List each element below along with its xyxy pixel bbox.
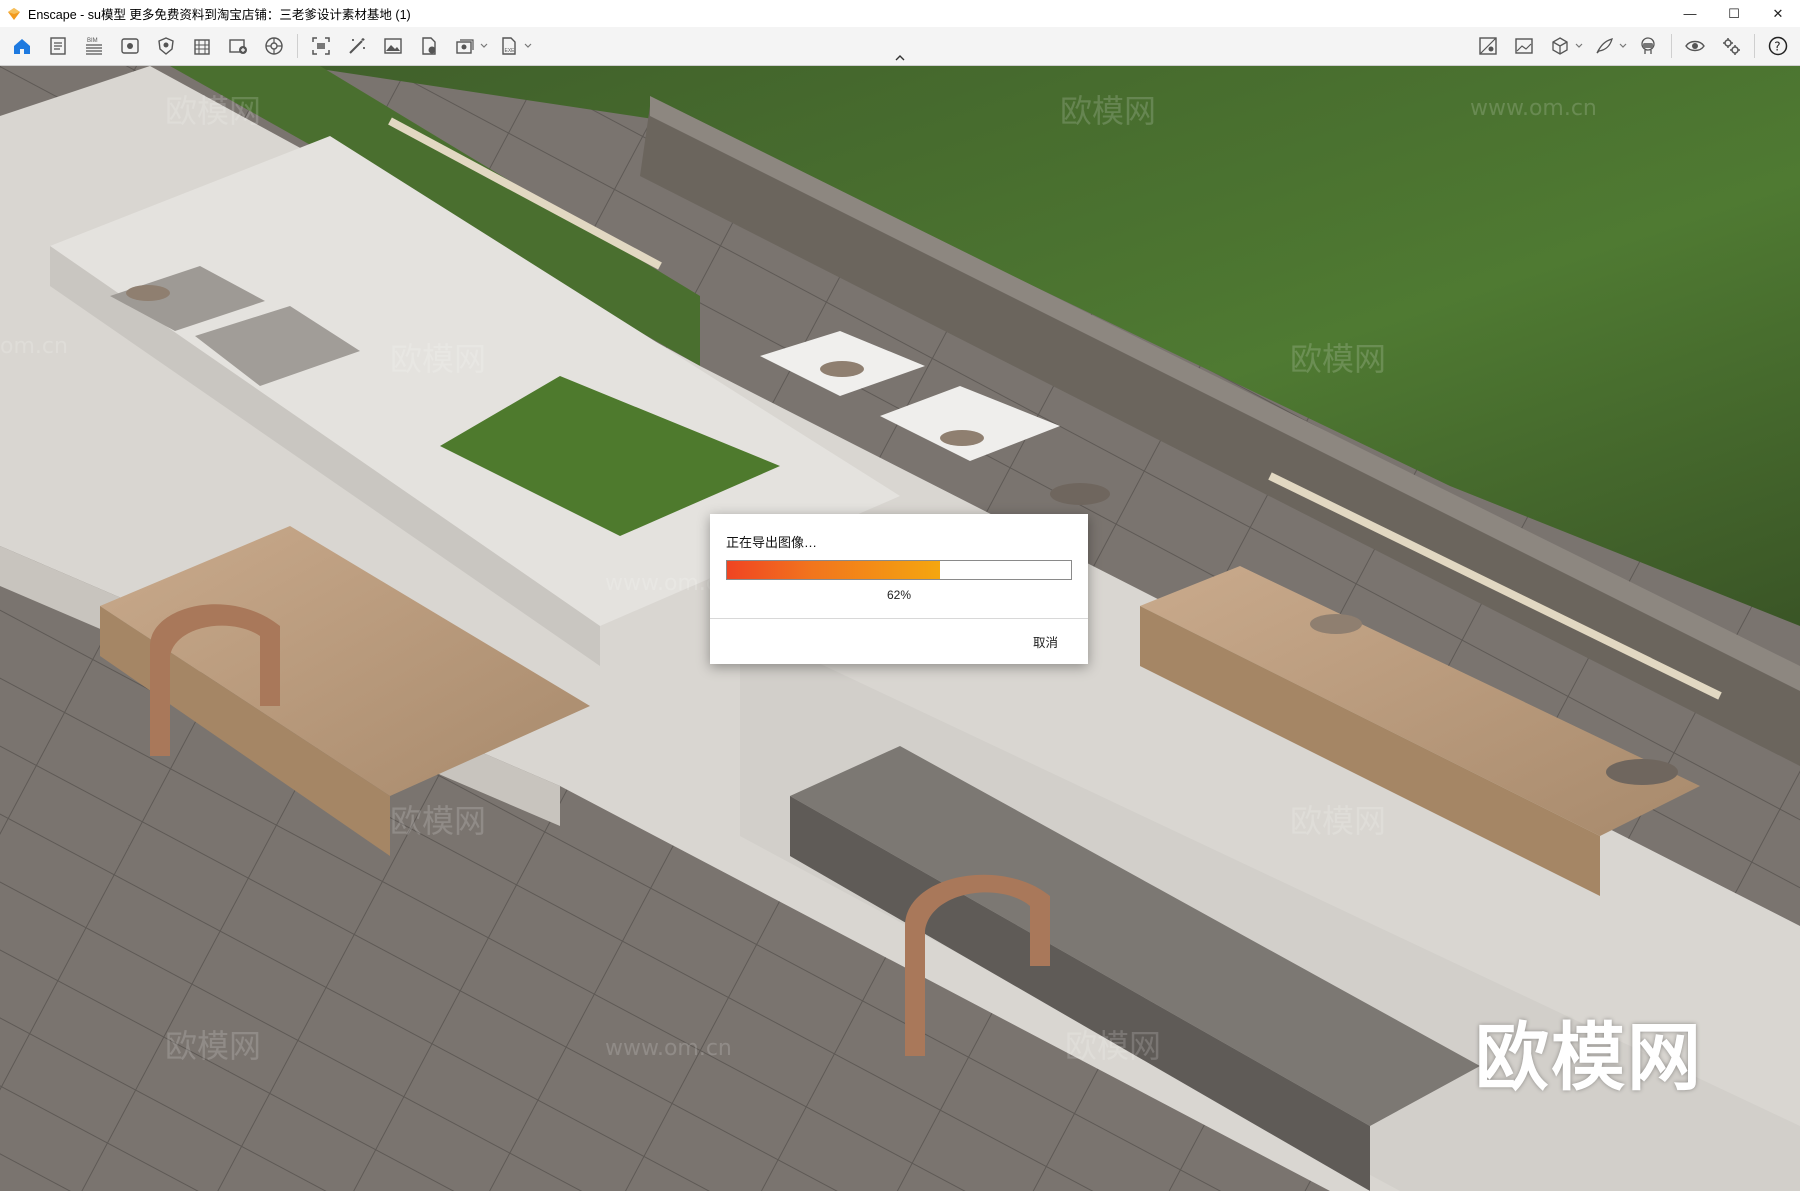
exe-export-button[interactable]: EXE xyxy=(494,31,524,61)
watermark-faint: 欧模网 xyxy=(165,1027,262,1065)
map-button[interactable] xyxy=(151,31,181,61)
capture-icon xyxy=(312,37,330,55)
toolbar-separator xyxy=(297,34,298,58)
watermark-faint: 欧模网 xyxy=(165,92,262,130)
progress-percent-label: 62% xyxy=(886,588,912,602)
document-button[interactable] xyxy=(43,31,73,61)
watermark-faint: 欧模网 xyxy=(1290,802,1387,840)
chevron-up-icon xyxy=(895,54,905,60)
watermark-faint: www.om.cn xyxy=(605,1036,732,1061)
image-icon xyxy=(384,38,402,54)
feather-icon xyxy=(1596,38,1613,54)
exe-export-dropdown[interactable] xyxy=(523,31,533,61)
settings-gear-icon xyxy=(1723,38,1740,55)
asset-library-button[interactable] xyxy=(259,31,289,61)
batch-render-dropdown[interactable] xyxy=(479,31,489,61)
eye-icon xyxy=(1685,40,1705,52)
view-button[interactable] xyxy=(115,31,145,61)
material-editor-icon xyxy=(1479,37,1497,55)
home-button[interactable] xyxy=(7,31,37,61)
progress-bar-fill xyxy=(727,561,941,579)
home-icon xyxy=(14,39,30,54)
chevron-down-icon xyxy=(1575,43,1583,48)
toolbar-left-group: BIM EXE xyxy=(4,27,535,65)
building-icon xyxy=(194,39,210,55)
cancel-button[interactable]: 取消 xyxy=(1033,632,1058,651)
shield-map-icon xyxy=(158,37,174,55)
screen-plus-button[interactable] xyxy=(223,31,253,61)
close-button[interactable]: ✕ xyxy=(1756,0,1800,27)
watermark-faint: www.om.cn xyxy=(1470,96,1597,121)
exe-export-icon: EXE xyxy=(502,37,516,55)
image-button[interactable] xyxy=(378,31,408,61)
bim-button[interactable]: BIM xyxy=(79,31,109,61)
watermark-faint: 欧模网 xyxy=(1065,1027,1162,1065)
magic-wand-button[interactable] xyxy=(342,31,372,61)
chevron-down-icon xyxy=(524,43,532,48)
asset-library-icon xyxy=(265,37,283,55)
minimize-button[interactable]: — xyxy=(1668,0,1712,27)
chevron-down-icon xyxy=(1619,43,1627,48)
window-titlebar: Enscape - su模型 更多免费资料到淘宝店铺：三老爹设计素材基地 (1)… xyxy=(0,0,1800,27)
building-button[interactable] xyxy=(187,31,217,61)
watermark-faint: 欧模网 xyxy=(1290,340,1387,378)
toolbar-right-group: ? xyxy=(1470,27,1796,65)
cube-view-icon xyxy=(1552,37,1568,55)
settings-button[interactable] xyxy=(1716,31,1746,61)
cube-view-dropdown[interactable] xyxy=(1574,31,1584,61)
window-title: Enscape - su模型 更多免费资料到淘宝店铺：三老爹设计素材基地 (1) xyxy=(28,8,411,22)
batch-render-button[interactable] xyxy=(450,31,480,61)
feather-button[interactable] xyxy=(1589,31,1619,61)
document-icon xyxy=(50,37,66,55)
help-button[interactable]: ? xyxy=(1763,31,1793,61)
toolbar-separator xyxy=(1754,34,1755,58)
feather-dropdown[interactable] xyxy=(1618,31,1628,61)
svg-text:EXE: EXE xyxy=(505,48,516,54)
dialog-title: 正在导出图像… xyxy=(726,535,818,550)
svg-text:?: ? xyxy=(1774,40,1780,54)
chevron-down-icon xyxy=(480,43,488,48)
export-progress-dialog: 正在导出图像… 62% 取消 xyxy=(710,514,1088,664)
magic-wand-icon xyxy=(349,38,365,54)
progress-bar xyxy=(726,560,1072,580)
watermark-faint: 欧模网 xyxy=(390,340,487,378)
view-icon xyxy=(121,38,139,54)
screen-plus-icon xyxy=(229,39,247,54)
visual-settings-icon xyxy=(1515,38,1533,54)
help-icon: ? xyxy=(1768,36,1788,56)
eye-button[interactable] xyxy=(1680,31,1710,61)
watermark-logo: 欧模网 xyxy=(1475,1015,1703,1101)
batch-render-icon xyxy=(456,39,474,54)
watermark-faint: 欧模网 xyxy=(390,802,487,840)
bim-icon: BIM xyxy=(86,38,102,55)
capture-button[interactable] xyxy=(306,31,336,61)
file-export-button[interactable] xyxy=(414,31,444,61)
enscape-logo-icon xyxy=(8,7,20,20)
toolbar-separator xyxy=(1671,34,1672,58)
vr-headset-icon xyxy=(1641,37,1655,54)
vr-headset-button[interactable] xyxy=(1633,31,1663,61)
watermark-faint: om.cn xyxy=(0,334,68,359)
watermark-faint: 欧模网 xyxy=(1060,92,1157,130)
cube-view-button[interactable] xyxy=(1545,31,1575,61)
collapse-toolbar-button[interactable] xyxy=(892,50,908,64)
visual-settings-button[interactable] xyxy=(1509,31,1539,61)
dialog-divider xyxy=(710,618,1088,619)
file-export-icon xyxy=(422,37,436,55)
main-toolbar: BIM EXE ? xyxy=(0,27,1800,66)
svg-text:BIM: BIM xyxy=(87,38,98,44)
maximize-button[interactable]: ☐ xyxy=(1712,0,1756,27)
material-editor-button[interactable] xyxy=(1473,31,1503,61)
